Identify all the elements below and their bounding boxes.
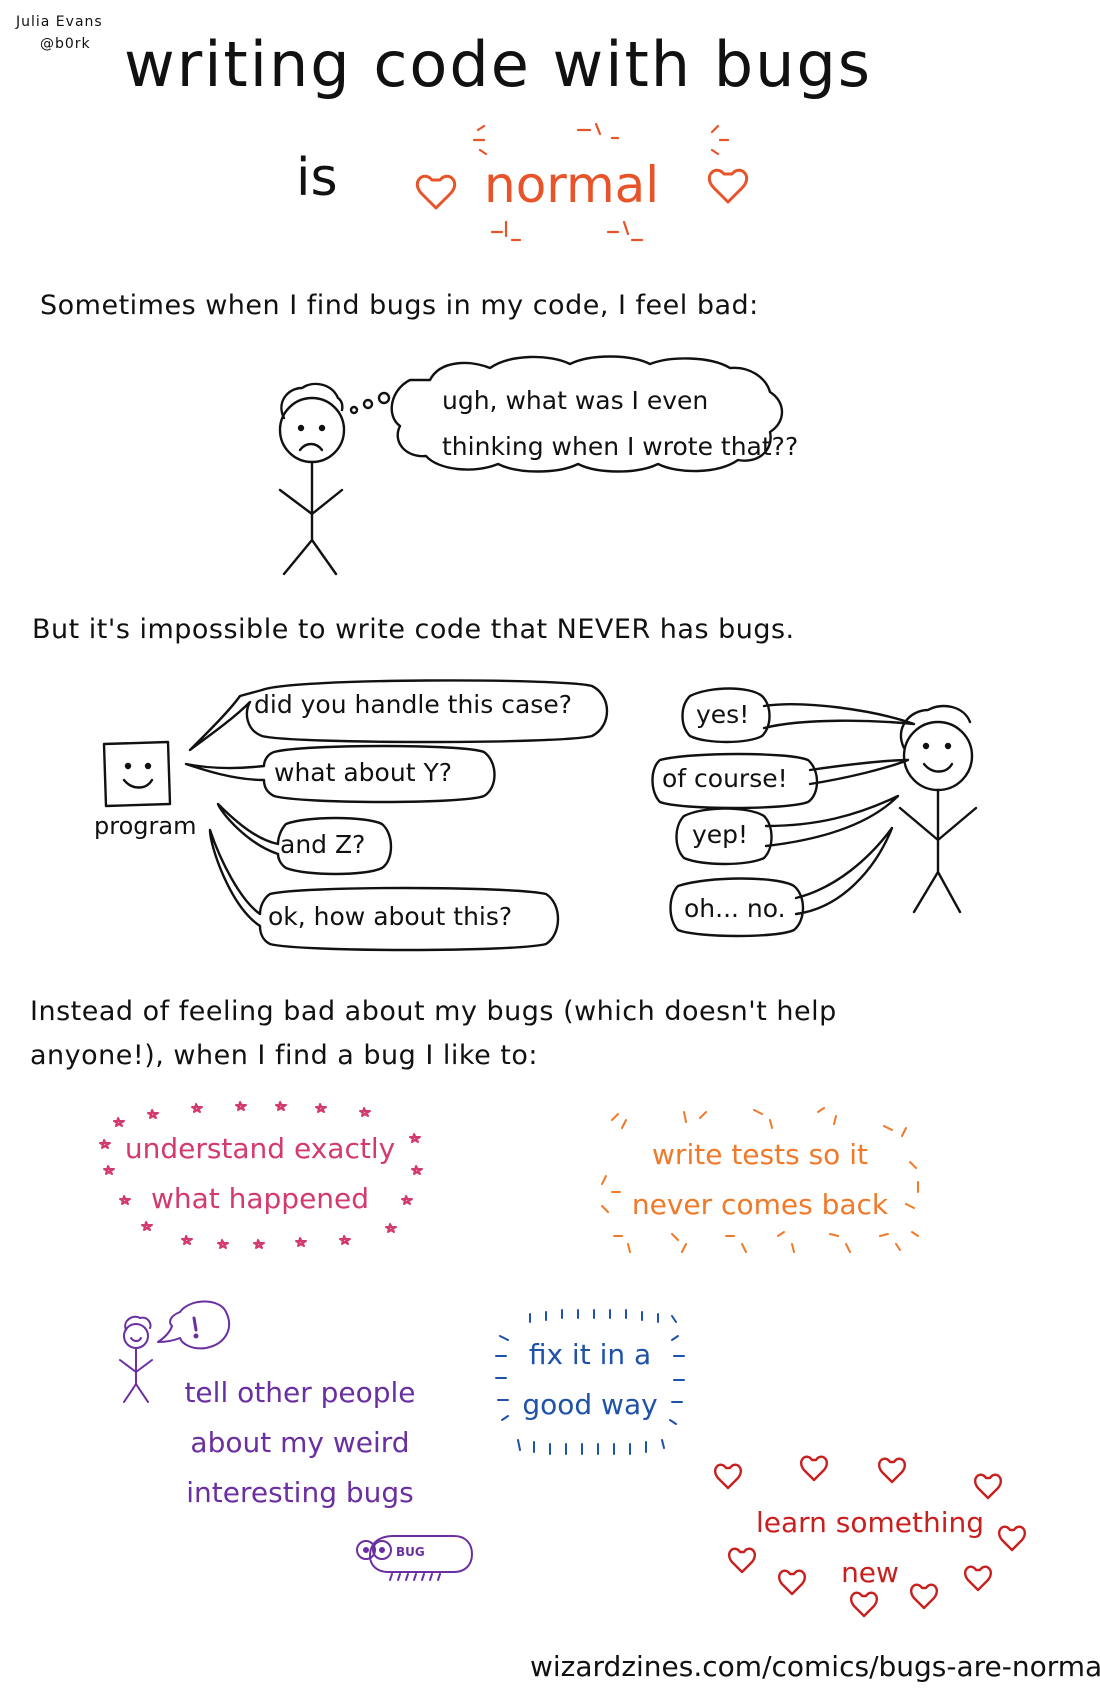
bug-label: BUG — [396, 1545, 425, 1559]
item-fix: fix it in a good way — [510, 1330, 670, 1430]
item-understand: understand exactly what happened — [120, 1124, 400, 1224]
item-tests-line-1: write tests so it — [652, 1138, 868, 1171]
person-answer-1: yes! — [696, 700, 750, 729]
item-understand-line-1: understand exactly — [124, 1132, 396, 1165]
program-question-2: what about Y? — [274, 758, 452, 787]
thought-line-2: thinking when I wrote that?? — [442, 432, 799, 461]
section2-intro: But it's impossible to write code that N… — [32, 614, 795, 645]
comic-drawings — [99, 122, 1027, 1618]
item-fix-line-1: fix it in a — [528, 1338, 652, 1371]
author-handle: @b0rk — [40, 36, 91, 52]
footer-url[interactable]: wizardzines.com/comics/bugs-are-normal — [530, 1650, 1100, 1683]
item-learn-line-1: learn something — [755, 1506, 985, 1539]
item-understand-line-2: what happened — [150, 1182, 370, 1215]
sad-stick-figure — [278, 382, 391, 576]
thought-line-1: ugh, what was I even — [442, 386, 709, 415]
person-answer-4: oh... no. — [684, 894, 786, 923]
section3-intro-line-1: Instead of feeling bad about my bugs (wh… — [30, 996, 837, 1027]
item-fix-line-2: good way — [522, 1388, 658, 1421]
program-label: program — [94, 812, 197, 840]
title-normal-highlight: normal — [484, 156, 660, 214]
item-tell-line-3: interesting bugs — [186, 1476, 414, 1509]
person-answer-2: of course! — [662, 764, 788, 793]
item-tests: write tests so it never comes back — [620, 1130, 900, 1230]
page-title: writing code with bugs — [124, 28, 873, 101]
person-answer-3: yep! — [692, 820, 749, 849]
section3-intro-line-2: anyone!), when I find a bug I like to: — [30, 1040, 539, 1071]
happy-stick-figure — [898, 704, 978, 914]
program-question-3: and Z? — [280, 830, 366, 859]
program-question-4: ok, how about this? — [268, 902, 513, 931]
item-tell-line-2: about my weird — [190, 1426, 410, 1459]
heart-icon — [415, 174, 457, 210]
section1-intro: Sometimes when I find bugs in my code, I… — [40, 290, 759, 321]
item-learn-line-2: new — [841, 1556, 899, 1589]
program-question-1: did you handle this case? — [254, 690, 572, 719]
author-name: Julia Evans — [16, 14, 103, 30]
heart-icon — [707, 168, 749, 204]
item-tell-line-1: tell other people — [184, 1376, 416, 1409]
item-learn: learn something new — [750, 1498, 990, 1598]
program-box — [102, 740, 172, 808]
title-is: is — [296, 148, 338, 208]
item-tests-line-2: never comes back — [631, 1188, 889, 1221]
item-tell: tell other people about my weird interes… — [170, 1368, 430, 1518]
